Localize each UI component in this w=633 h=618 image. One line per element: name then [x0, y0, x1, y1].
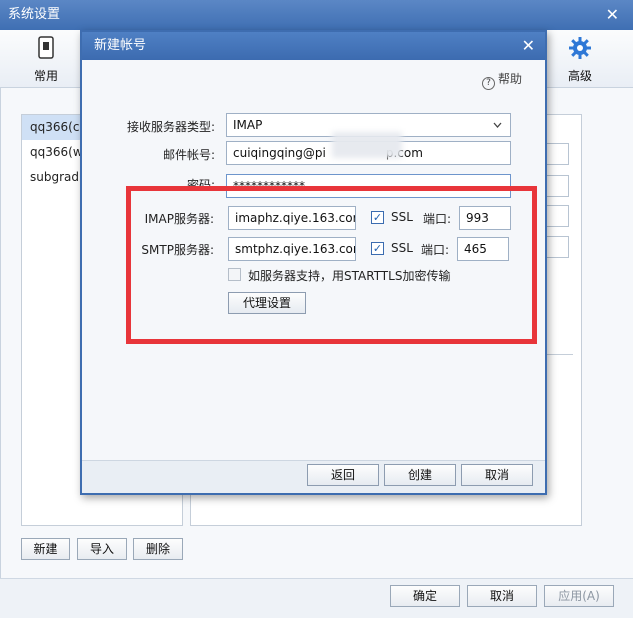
- dialog-close-icon[interactable]: ✕: [522, 32, 535, 60]
- imap-port-value: 993: [466, 211, 489, 225]
- smtp-port-field[interactable]: 465: [457, 237, 509, 261]
- import-button[interactable]: 导入: [77, 538, 127, 560]
- toolbar-common-button[interactable]: 常用: [34, 36, 58, 84]
- toolbar-common-label: 常用: [34, 69, 59, 83]
- delete-button[interactable]: 删除: [133, 538, 183, 560]
- imap-server-value: imaphz.qiye.163.cor: [235, 211, 356, 225]
- outer-title-bar: 系统设置: [0, 0, 633, 30]
- chevron-down-icon: [493, 114, 502, 136]
- smtp-port-label: 端口:: [421, 243, 450, 257]
- toolbar-advanced-label: 高级: [568, 69, 593, 83]
- imap-label: IMAP服务器:: [144, 212, 214, 226]
- outer-cancel-button[interactable]: 取消: [467, 585, 537, 607]
- email-label: 邮件帐号:: [162, 148, 215, 162]
- smtp-server-field[interactable]: smtphz.qiye.163.cor: [228, 237, 356, 261]
- new-account-button[interactable]: 新建: [21, 538, 70, 560]
- smtp-ssl-checkbox[interactable]: ✓: [371, 242, 384, 255]
- imap-ssl-checkbox[interactable]: ✓: [371, 211, 384, 224]
- ok-button[interactable]: 确定: [390, 585, 460, 607]
- redaction-blur: [332, 132, 402, 158]
- email-value: cuiqingqing@pi: [233, 146, 326, 160]
- outer-footer: [0, 578, 633, 618]
- back-button[interactable]: 返回: [307, 464, 379, 486]
- imap-port-label: 端口:: [423, 212, 452, 226]
- detail-divider: [545, 354, 573, 355]
- dialog-title: 新建帐号: [94, 38, 147, 53]
- proxy-settings-button[interactable]: 代理设置: [228, 292, 306, 314]
- smtp-ssl-label: SSL: [391, 241, 413, 255]
- dialog-title-bar: 新建帐号: [82, 32, 545, 60]
- imap-ssl-label: SSL: [391, 210, 413, 224]
- help-label: 帮助: [498, 72, 523, 86]
- receive-type-label: 接收服务器类型:: [126, 120, 215, 134]
- smtp-port-value: 465: [464, 242, 487, 256]
- gear-icon: [568, 36, 592, 63]
- toolbar-advanced-button[interactable]: 高级: [568, 36, 592, 84]
- help-link[interactable]: ? 帮助: [482, 70, 522, 90]
- password-field[interactable]: ************: [226, 174, 511, 198]
- smtp-label: SMTP服务器:: [141, 243, 214, 257]
- imap-port-field[interactable]: 993: [459, 206, 511, 230]
- outer-window-title: 系统设置: [8, 7, 61, 22]
- apply-button[interactable]: 应用(A): [544, 585, 614, 607]
- new-account-dialog: 新建帐号 ✕ ? 帮助 接收服务器类型: IMAP 邮件帐号: cuiqingqi…: [80, 30, 547, 495]
- receive-type-value: IMAP: [233, 118, 263, 132]
- imap-server-field[interactable]: imaphz.qiye.163.cor: [228, 206, 356, 230]
- outer-close-icon[interactable]: ✕: [606, 5, 619, 24]
- phone-icon: [34, 36, 58, 63]
- create-button[interactable]: 创建: [384, 464, 456, 486]
- password-label: 密码:: [186, 178, 215, 192]
- smtp-server-value: smtphz.qiye.163.cor: [235, 242, 356, 256]
- dialog-cancel-button[interactable]: 取消: [461, 464, 533, 486]
- starttls-checkbox[interactable]: ✓: [228, 268, 241, 281]
- password-value: ************: [233, 179, 305, 193]
- help-icon: ?: [482, 77, 495, 90]
- starttls-label: 如服务器支持，用STARTTLS加密传输: [248, 269, 451, 283]
